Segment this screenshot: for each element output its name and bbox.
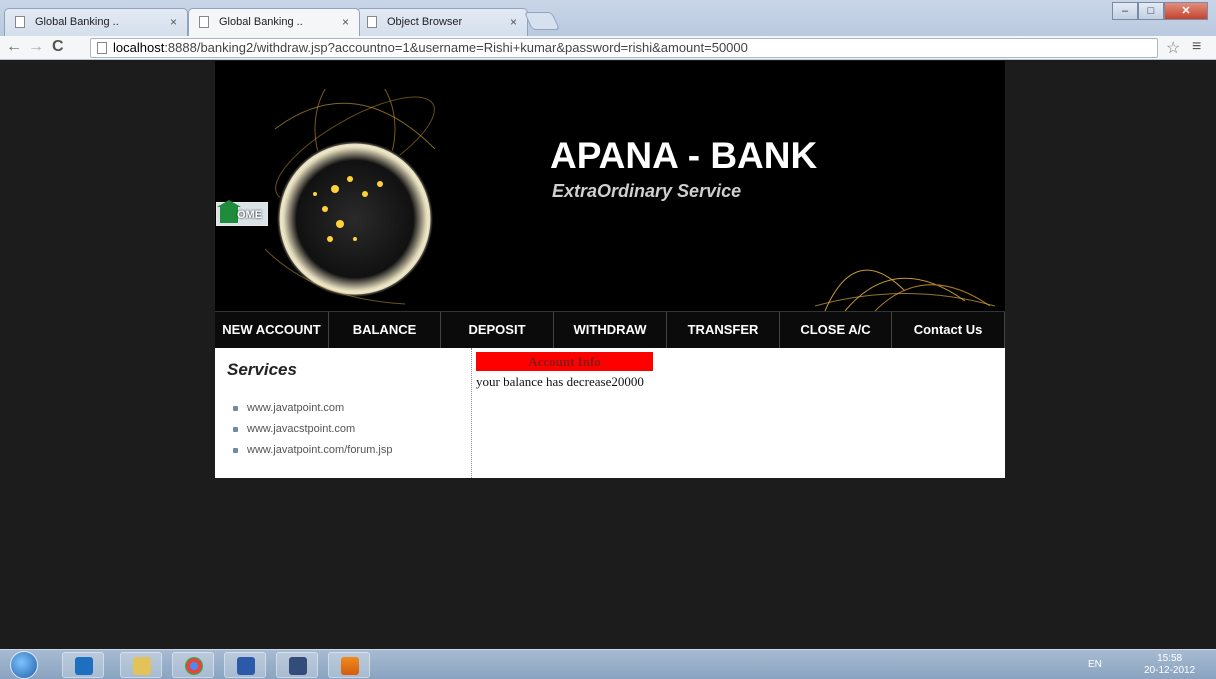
bank-tagline: ExtraOrdinary Service	[552, 181, 742, 201]
service-link[interactable]: www.javacstpoint.com	[233, 423, 459, 435]
minimize-button[interactable]: –	[1112, 2, 1138, 20]
windows-taskbar: EN 15:58 20-12-2012	[0, 649, 1216, 679]
nav-contact-us[interactable]: Contact Us	[892, 312, 1005, 348]
forward-icon[interactable]: →	[28, 38, 44, 56]
service-link[interactable]: www.javatpoint.com	[233, 402, 459, 414]
account-info-title: Account Info	[476, 352, 653, 371]
page-icon	[199, 16, 209, 28]
maximize-button[interactable]: □	[1138, 2, 1164, 20]
balance-message: your balance has decrease20000	[476, 374, 644, 389]
tab-title: Global Banking ..	[35, 16, 119, 28]
tab-title: Global Banking ..	[219, 16, 303, 28]
browser-toolbar: ← → C localhost:8888/banking2/withdraw.j…	[0, 36, 1216, 60]
language-indicator[interactable]: EN	[1088, 659, 1102, 670]
bank-title: APANA - BANK	[550, 135, 818, 176]
site-header: OME APANA - BANK ExtraOrdinary Service	[215, 61, 1005, 311]
home-label: OME	[237, 209, 263, 221]
bookmark-star-icon[interactable]: ☆	[1166, 38, 1180, 58]
nav-deposit[interactable]: DEPOSIT	[441, 312, 554, 348]
close-icon[interactable]: ×	[510, 9, 517, 35]
nav-close-ac[interactable]: CLOSE A/C	[780, 312, 892, 348]
account-panel: Account Info your balance has decrease20…	[472, 348, 1005, 478]
tab-global-banking-2[interactable]: Global Banking .. ×	[188, 8, 360, 36]
tab-title: Object Browser	[387, 16, 463, 28]
outlook-icon[interactable]	[62, 652, 104, 678]
back-icon[interactable]: ←	[6, 38, 22, 56]
content-area: Services www.javatpoint.com www.javacstp…	[215, 348, 1005, 478]
home-button[interactable]: OME	[216, 200, 268, 226]
globe-graphic	[264, 89, 436, 305]
nav-balance[interactable]: BALANCE	[329, 312, 441, 348]
services-list: www.javatpoint.com www.javacstpoint.com …	[227, 402, 459, 456]
address-bar[interactable]: localhost:8888/banking2/withdraw.jsp?acc…	[90, 38, 1158, 58]
menu-icon[interactable]: ≡	[1192, 38, 1201, 56]
url-path: :8888/banking2/withdraw.jsp?accountno=1&…	[164, 40, 748, 55]
chrome-icon[interactable]	[172, 652, 214, 678]
bank-site: OME APANA - BANK ExtraOrdinary Service N…	[215, 61, 1005, 478]
system-clock[interactable]: 15:58 20-12-2012	[1144, 653, 1195, 677]
word-icon[interactable]	[224, 652, 266, 678]
close-window-button[interactable]: ✕	[1164, 2, 1208, 20]
reload-icon[interactable]: C	[52, 38, 64, 56]
clock-time: 15:58	[1157, 653, 1183, 664]
nav-new-account[interactable]: NEW ACCOUNT	[215, 312, 329, 348]
url-host: localhost	[113, 40, 165, 55]
browser-tab-bar: Global Banking .. × Global Banking .. × …	[0, 0, 1216, 36]
main-nav: NEW ACCOUNT BALANCE DEPOSIT WITHDRAW TRA…	[215, 311, 1005, 348]
page-icon	[367, 16, 377, 28]
vlc-icon[interactable]	[328, 652, 370, 678]
notepad-icon[interactable]	[276, 652, 318, 678]
start-orb-icon[interactable]	[10, 651, 38, 679]
page-viewport: OME APANA - BANK ExtraOrdinary Service N…	[8, 61, 1208, 649]
explorer-icon[interactable]	[120, 652, 162, 678]
page-icon	[15, 16, 25, 28]
page-icon	[97, 42, 107, 54]
service-link[interactable]: www.javatpoint.com/forum.jsp	[233, 444, 459, 456]
tab-object-browser[interactable]: Object Browser ×	[356, 8, 528, 36]
close-icon[interactable]: ×	[170, 9, 177, 35]
new-tab-button[interactable]	[523, 12, 561, 30]
tab-global-banking-1[interactable]: Global Banking .. ×	[4, 8, 188, 36]
nav-withdraw[interactable]: WITHDRAW	[554, 312, 667, 348]
window-controls: – □ ✕	[1112, 2, 1208, 20]
house-icon	[217, 200, 241, 223]
clock-date: 20-12-2012	[1144, 665, 1196, 676]
services-title: Services	[227, 360, 297, 379]
close-icon[interactable]: ×	[342, 9, 349, 35]
nav-transfer[interactable]: TRANSFER	[667, 312, 780, 348]
services-sidebar: Services www.javatpoint.com www.javacstp…	[215, 348, 472, 478]
decorative-swirl	[815, 269, 995, 311]
